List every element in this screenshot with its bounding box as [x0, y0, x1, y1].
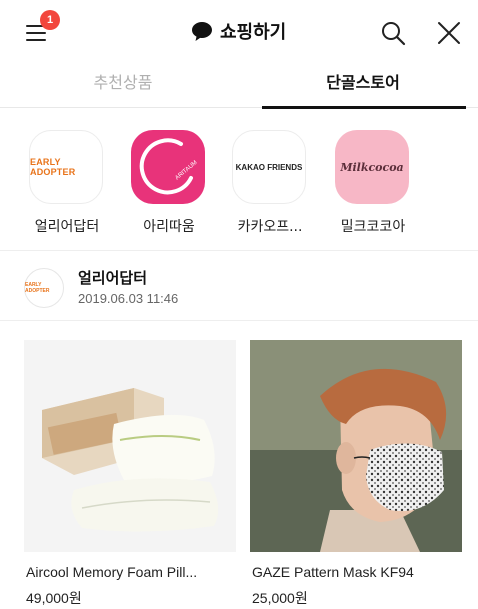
store-logo-text: ARITAUM — [174, 160, 198, 182]
product-price: 49,000원 — [26, 590, 82, 606]
store-item-early-adopter[interactable]: EARLY ADOPTER 얼리어답터 — [22, 130, 112, 240]
close-button[interactable] — [436, 20, 462, 46]
store-name: 밀크코코아 — [340, 219, 406, 235]
avatar-text: EARLY ADOPTER — [25, 282, 50, 294]
hamburger-menu-icon-bar — [26, 39, 46, 41]
page-title: 쇼핑하기 — [190, 18, 286, 44]
store-logo: KAKAO FRIENDS — [232, 130, 306, 204]
title-text: 쇼핑하기 — [220, 22, 287, 43]
store-logo-text: Milkcocoa — [340, 160, 404, 174]
store-logo: EARLY ADOPTER — [29, 130, 103, 204]
avatar: EARLY ADOPTER — [24, 268, 64, 308]
store-logo: Milkcocoa — [335, 130, 409, 204]
store-name: 아리따움 — [143, 219, 195, 235]
store-item-kakao-friends[interactable]: KAKAO FRIENDS 카카오프... — [225, 130, 315, 240]
product-price: 25,000원 — [252, 590, 308, 606]
product-card[interactable]: Aircool Memory Foam Pill... 49,000원 — [24, 340, 236, 609]
search-button[interactable] — [380, 20, 406, 46]
notification-badge: 1 — [40, 10, 60, 30]
aritaum-logo-icon: ARITAUM — [139, 138, 199, 195]
store-item-aritaum[interactable]: ARITAUM 아리따움 — [124, 130, 214, 240]
close-icon — [438, 22, 460, 44]
store-name: 카카오프... — [237, 219, 303, 235]
post-store-name: 얼리어답터 — [78, 269, 148, 287]
hamburger-menu-icon-bar — [26, 32, 46, 34]
favorite-stores-row: EARLY ADOPTER 얼리어답터 ARITAUM 아리따움 KAKAO F… — [0, 108, 478, 251]
store-name: 얼리어답터 — [34, 219, 100, 235]
product-image-pillow — [24, 340, 236, 552]
tab-bar: 추천상품 단골스토어 — [0, 62, 478, 109]
store-logo: ARITAUM — [131, 130, 205, 204]
store-logo-text: KAKAO FRIENDS — [235, 162, 303, 172]
post-header[interactable]: EARLY ADOPTER 얼리어답터 2019.06.03 11:46 — [0, 251, 478, 321]
product-card[interactable]: GAZE Pattern Mask KF94 25,000원 — [250, 340, 462, 609]
tab-recommended[interactable]: 추천상품 — [18, 62, 228, 108]
chat-bubble-icon — [190, 20, 214, 42]
post-timestamp: 2019.06.03 11:46 — [78, 291, 179, 306]
store-item-milkcocoa[interactable]: Milkcocoa 밀크코코아 — [328, 130, 418, 240]
app-header: 1 쇼핑하기 — [0, 0, 478, 62]
product-image-mask — [250, 340, 462, 552]
product-name: Aircool Memory Foam Pill... — [26, 564, 198, 580]
product-name: GAZE Pattern Mask KF94 — [252, 564, 414, 580]
store-logo-text: EARLY ADOPTER — [30, 157, 76, 177]
search-icon — [382, 22, 406, 46]
tab-favorite-stores[interactable]: 단골스토어 — [258, 62, 468, 108]
